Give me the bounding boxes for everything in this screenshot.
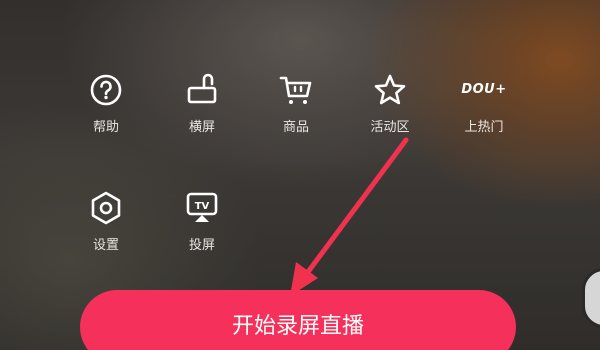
menu-item-settings[interactable]: 设置 (74, 190, 138, 253)
start-screen-live-button[interactable]: 开始录屏直播 (80, 290, 516, 350)
live-setup-screen: 帮助 横屏 商品 活动区 DOU+ 上热门 设置 TV 投屏 开始录屏直播 (0, 0, 600, 350)
menu-item-landscape[interactable]: 横屏 (170, 72, 234, 135)
star-icon (374, 74, 406, 105)
menu-item-help[interactable]: 帮助 (74, 72, 138, 135)
menu-item-label: 上热门 (464, 120, 504, 135)
menu-item-label: 帮助 (92, 120, 119, 135)
tv-cast-icon: TV (186, 192, 218, 222)
menu-item-products[interactable]: 商品 (264, 72, 328, 135)
menu-item-activity-zone[interactable]: 活动区 (358, 72, 422, 135)
menu-item-label: 设置 (92, 238, 119, 253)
menu-item-label: 横屏 (188, 120, 215, 135)
menu-item-cast[interactable]: TV 投屏 (170, 190, 234, 253)
help-icon (90, 74, 122, 106)
menu-item-label: 活动区 (370, 120, 410, 135)
landscape-icon (187, 73, 217, 104)
menu-item-promote[interactable]: DOU+ 上热门 (452, 72, 516, 135)
tv-icon-text: TV (195, 201, 210, 212)
menu-item-label: 投屏 (188, 238, 215, 253)
settings-icon (91, 191, 121, 225)
dou-plus-icon: DOU+ (461, 82, 507, 97)
cart-icon (279, 76, 312, 104)
menu-item-label: 商品 (282, 120, 309, 135)
